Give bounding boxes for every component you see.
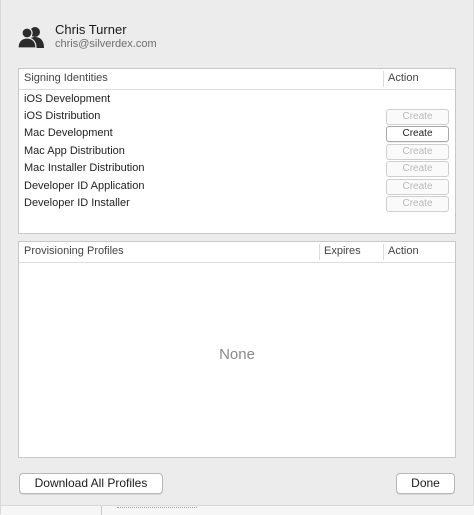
signing-row-mac-installer-distribution: Mac Installer Distribution Create [19,161,455,178]
signing-row-developer-id-application: Developer ID Application Create [19,179,455,196]
expires-header[interactable]: Expires [324,245,361,257]
column-divider [383,244,384,260]
create-developer-id-application-button[interactable]: Create [386,179,449,195]
signing-row-mac-development: Mac Development Create [19,126,455,143]
account-name: Chris Turner [55,22,127,37]
signing-row-developer-id-installer: Developer ID Installer Create [19,196,455,213]
account-email: chris@silverdex.com [55,38,157,50]
column-divider [383,71,384,87]
accounts-sheet: Chris Turner chris@silverdex.com Signing… [0,0,474,515]
signing-identity-label: Mac Installer Distribution [24,162,145,174]
people-icon [17,26,47,49]
signing-action-header[interactable]: Action [388,72,419,84]
download-all-profiles-button[interactable]: Download All Profiles [19,473,163,494]
signing-identity-label: iOS Development [24,93,111,105]
signing-identity-label: Mac App Distribution [24,145,125,157]
done-button[interactable]: Done [396,473,455,494]
signing-row-ios-development: iOS Development [19,92,455,109]
create-developer-id-installer-button[interactable]: Create [386,196,449,212]
create-mac-app-distribution-button[interactable]: Create [386,144,449,160]
signing-identities-table: Signing Identities Action iOS Developmen… [18,68,456,234]
provisioning-profiles-table: Provisioning Profiles Expires Action Non… [18,241,456,458]
profiles-action-header[interactable]: Action [388,245,419,257]
signing-table-header: Signing Identities Action [19,69,455,90]
create-mac-development-button[interactable]: Create [386,126,449,142]
create-ios-distribution-button[interactable]: Create [386,109,449,125]
signing-identity-label: Developer ID Application [24,180,145,192]
signing-row-mac-app-distribution: Mac App Distribution Create [19,144,455,161]
provisioning-profiles-header[interactable]: Provisioning Profiles [24,245,124,257]
signing-identity-label: iOS Distribution [24,110,101,122]
signing-row-ios-distribution: iOS Distribution Create [19,109,455,126]
column-divider [319,244,320,260]
empty-state-text: None [219,346,255,363]
signing-identity-label: Developer ID Installer [24,197,130,209]
account-header: Chris Turner chris@silverdex.com [17,22,417,52]
profiles-table-header: Provisioning Profiles Expires Action [19,242,455,263]
partially-hidden-text [117,507,197,511]
signing-identity-label: Mac Development [24,127,113,139]
create-mac-installer-distribution-button[interactable]: Create [386,161,449,177]
signing-identities-header[interactable]: Signing Identities [24,72,108,84]
